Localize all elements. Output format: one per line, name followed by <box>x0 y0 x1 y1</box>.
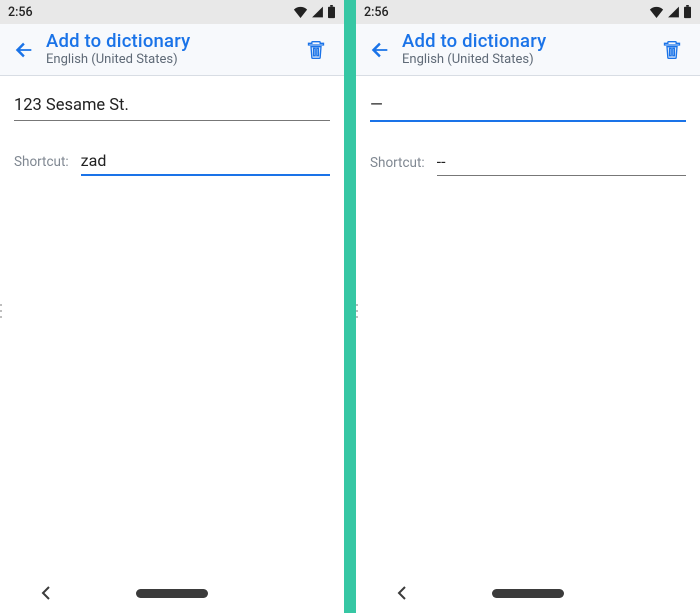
shortcut-row: Shortcut: <box>370 148 686 176</box>
edge-handle <box>356 300 359 336</box>
back-arrow-icon <box>369 39 391 61</box>
chevron-left-icon <box>40 586 52 600</box>
phone-left: 2:56 Add to dictionary English (United S… <box>0 0 344 613</box>
status-bar: 2:56 <box>356 0 700 24</box>
trash-icon <box>306 39 326 61</box>
nav-spacer <box>644 583 664 603</box>
shortcut-row: Shortcut: <box>14 147 330 176</box>
appbar-title: Add to dictionary <box>46 31 296 52</box>
shortcut-label: Shortcut: <box>370 155 425 171</box>
comparison-divider <box>344 0 356 613</box>
chevron-left-icon <box>396 586 408 600</box>
nav-home-pill[interactable] <box>492 589 564 598</box>
appbar-titles: Add to dictionary English (United States… <box>402 31 652 68</box>
shortcut-input[interactable] <box>437 148 686 176</box>
phone-right: 2:56 Add to dictionary English (United S… <box>356 0 700 613</box>
nav-bar <box>0 573 344 613</box>
nav-home-pill[interactable] <box>136 589 208 598</box>
status-bar: 2:56 <box>0 0 344 24</box>
nav-bar <box>356 573 700 613</box>
back-button[interactable] <box>360 30 400 70</box>
shortcut-input[interactable] <box>81 147 330 176</box>
battery-icon <box>327 5 336 19</box>
appbar-subtitle: English (United States) <box>402 53 652 68</box>
appbar-title: Add to dictionary <box>402 31 652 52</box>
trash-icon <box>662 39 682 61</box>
appbar-titles: Add to dictionary English (United States… <box>46 31 296 68</box>
signal-icon <box>311 6 324 18</box>
content-area: Shortcut: <box>0 76 344 176</box>
signal-icon <box>667 6 680 18</box>
nav-spacer <box>288 583 308 603</box>
nav-back-button[interactable] <box>36 583 56 603</box>
status-clock: 2:56 <box>364 5 389 20</box>
back-arrow-icon <box>13 39 35 61</box>
edge-handle <box>0 300 3 336</box>
wifi-icon <box>293 6 308 18</box>
content-area: Shortcut: <box>356 76 700 176</box>
battery-icon <box>683 5 692 19</box>
app-bar: Add to dictionary English (United States… <box>0 24 344 76</box>
word-input[interactable] <box>14 90 330 121</box>
shortcut-label: Shortcut: <box>14 154 69 170</box>
appbar-subtitle: English (United States) <box>46 53 296 68</box>
wifi-icon <box>649 6 664 18</box>
word-input[interactable] <box>370 90 686 122</box>
app-bar: Add to dictionary English (United States… <box>356 24 700 76</box>
status-clock: 2:56 <box>8 5 33 20</box>
back-button[interactable] <box>4 30 44 70</box>
delete-button[interactable] <box>652 30 692 70</box>
nav-back-button[interactable] <box>392 583 412 603</box>
delete-button[interactable] <box>296 30 336 70</box>
